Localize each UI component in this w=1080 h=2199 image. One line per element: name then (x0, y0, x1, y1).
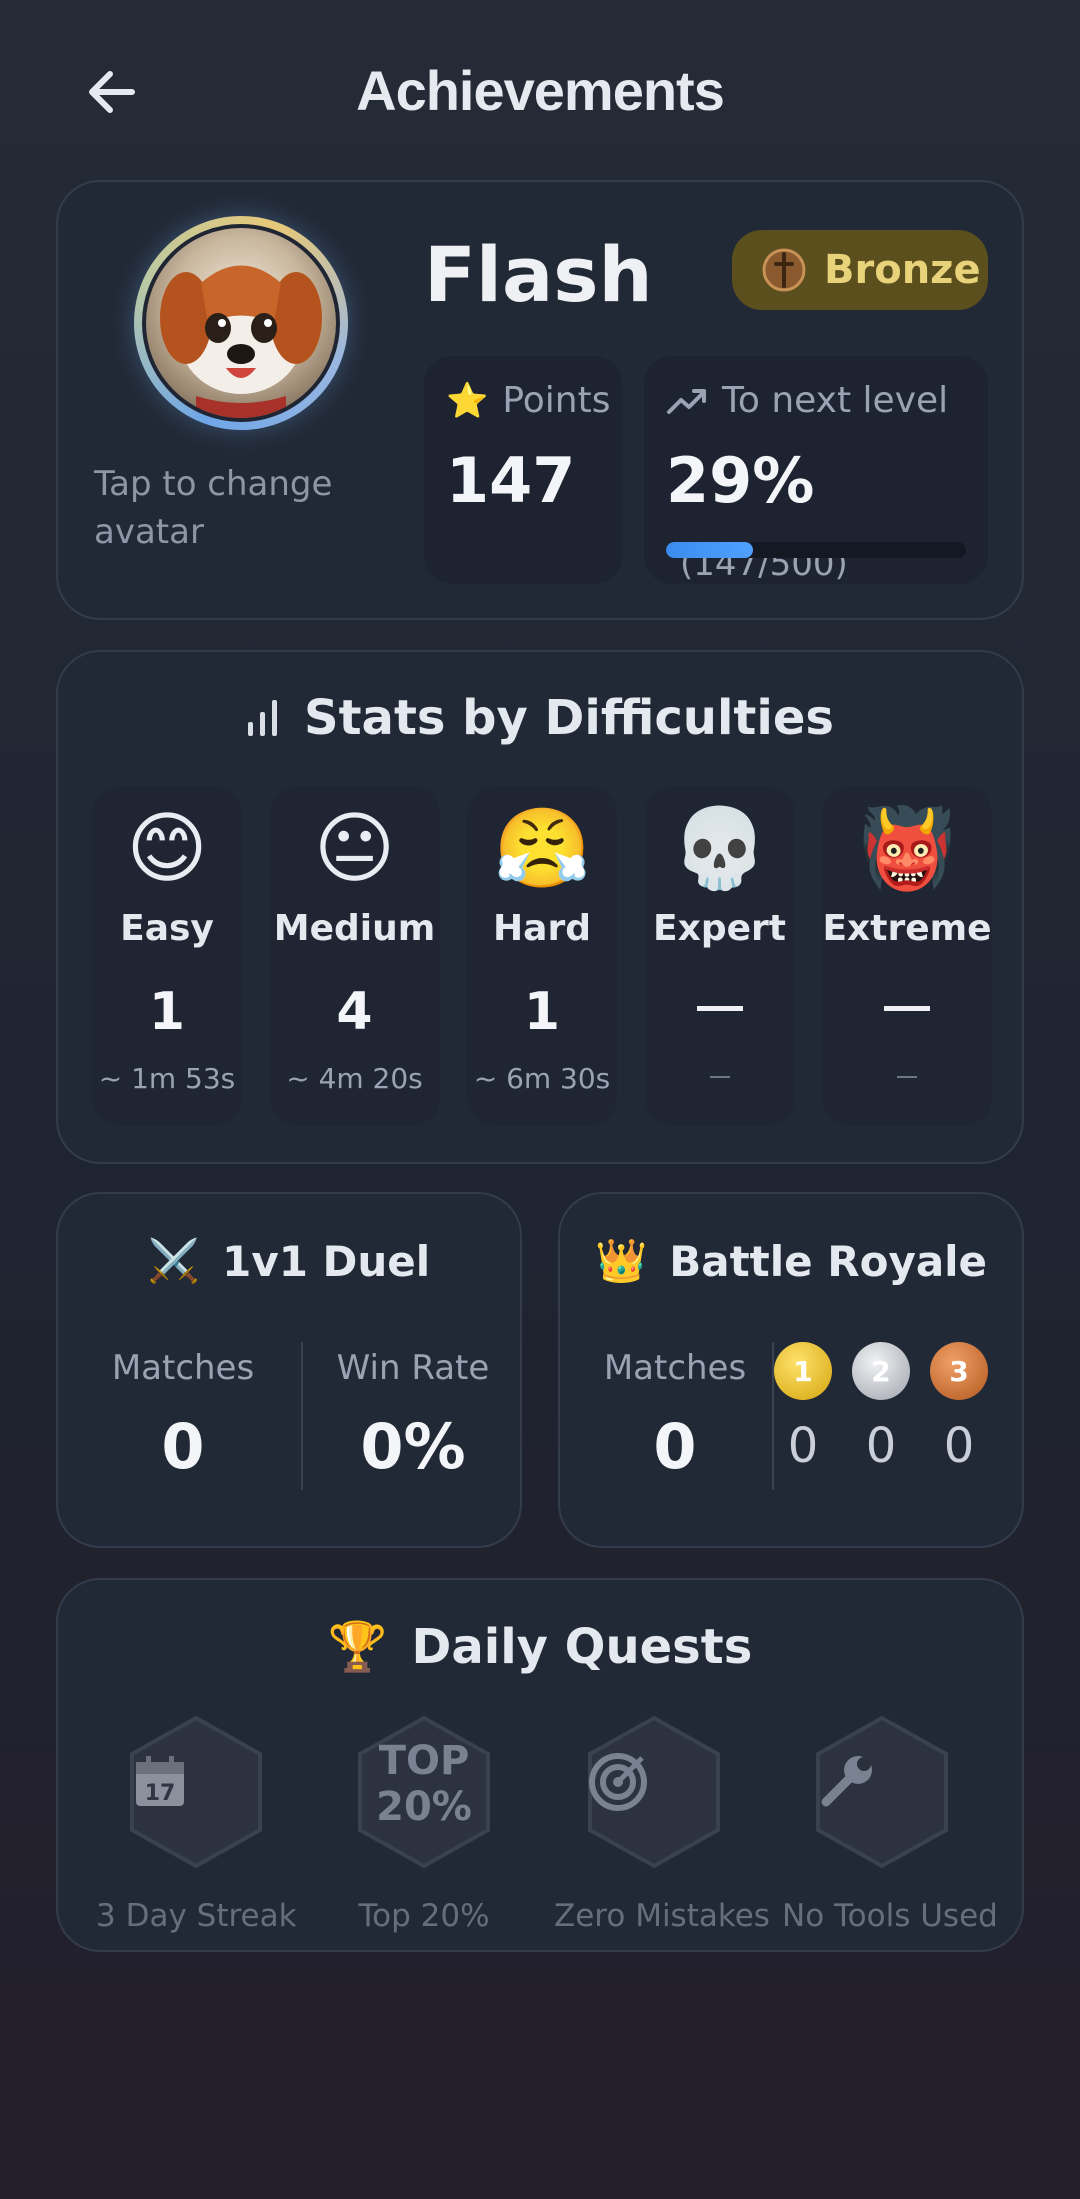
section-title: Stats by Difficulties (304, 690, 834, 746)
quest-top-20[interactable]: TOP 20% Top 20% (324, 1714, 524, 1934)
quest-3-day-streak[interactable]: 17 3 Day Streak (96, 1714, 297, 1934)
duel-winrate-label: Win Rate (336, 1348, 490, 1388)
difficulty-count: 1 (523, 982, 561, 1042)
next-level-box: To next level 29%(147/500) (644, 356, 988, 584)
difficulty-name: Expert (653, 908, 786, 949)
difficulty-emoji-icon: 😤 (493, 804, 591, 894)
next-level-label: To next level (722, 380, 949, 421)
star-icon: ⭐ (446, 380, 489, 421)
duel-title: 1v1 Duel (222, 1236, 431, 1286)
trending-up-icon (667, 388, 706, 414)
difficulty-stats-header: Stats by Difficulties (58, 690, 1022, 746)
avatar-hint[interactable]: Tap to change avatar (94, 460, 354, 556)
points-label: Points (502, 380, 611, 421)
next-level-value: 29%(147/500) (666, 444, 988, 590)
rank-badge: Bronze (732, 230, 988, 310)
difficulty-emoji-icon: 💀 (670, 804, 769, 894)
quest-glyph-bottom: 20% (376, 1784, 472, 1830)
difficulty-item-extreme: 👹 Extreme (822, 786, 992, 1126)
user-name: Flash (424, 230, 653, 319)
trophy-icon: 🏆 (327, 1619, 388, 1675)
duel-winrate-value: 0% (360, 1410, 466, 1483)
bronze-count: 0 (943, 1418, 975, 1474)
profile-card: Tap to change avatar Flash Bronze ⭐ Poin… (56, 180, 1024, 620)
points-value: 147 (446, 444, 576, 517)
royale-matches-value: 0 (653, 1410, 697, 1483)
difficulty-avg-empty (897, 1076, 917, 1078)
quest-label: Top 20% (358, 1898, 490, 1934)
bar-chart-icon (248, 700, 278, 736)
quest-label: 3 Day Streak (96, 1898, 297, 1934)
battle-royale-card: 👑 Battle Royale Matches 0 1 2 3 0 0 0 (558, 1192, 1024, 1548)
duel-header: ⚔️ 1v1 Duel (58, 1236, 520, 1286)
page-title: Achievements (356, 59, 725, 122)
bronze-medal-icon: 3 (930, 1342, 988, 1400)
difficulty-list: 😊 Easy 1 ~ 1m 53s 😐 Medium 4 ~ 4m 20s 😤 Hard 1 ~ 6m… (92, 786, 992, 1126)
battle-royale-title: Battle Royale (669, 1236, 988, 1286)
quest-badge (814, 1714, 950, 1870)
quest-badge: 17 (128, 1714, 264, 1870)
silver-count: 0 (865, 1418, 897, 1474)
difficulty-count-empty (884, 1006, 930, 1011)
silver-medal-icon: 2 (852, 1342, 910, 1400)
difficulty-count: 4 (336, 982, 373, 1042)
crown-icon: 👑 (594, 1236, 648, 1285)
level-progress-fill (666, 542, 753, 558)
difficulty-avg-time: ~ 4m 20s (286, 1062, 423, 1095)
daily-quests-header: 🏆 Daily Quests (58, 1618, 1022, 1676)
duel-matches-value: 0 (161, 1410, 205, 1483)
avatar[interactable] (134, 216, 348, 430)
difficulty-item-medium: 😐 Medium 4 ~ 4m 20s (269, 786, 440, 1126)
difficulty-emoji-icon: 😐 (313, 804, 396, 894)
difficulty-avg-time: ~ 6m 30s (473, 1062, 611, 1095)
difficulty-item-easy: 😊 Easy 1 ~ 1m 53s (92, 786, 242, 1126)
difficulty-emoji-icon: 😊 (126, 804, 208, 894)
difficulty-avg-empty (709, 1076, 730, 1078)
royale-matches-label: Matches (603, 1348, 747, 1388)
difficulty-count: 1 (148, 982, 186, 1042)
next-level-percent: 29% (666, 444, 815, 517)
gold-count: 0 (787, 1418, 819, 1474)
duel-matches-label: Matches (111, 1348, 255, 1388)
difficulty-item-hard: 😤 Hard 1 ~ 6m 30s (467, 786, 617, 1126)
difficulty-count-empty (696, 1006, 743, 1011)
quest-label: No Tools Used (782, 1898, 998, 1934)
duel-card: ⚔️ 1v1 Duel Matches 0 Win Rate 0% (56, 1192, 522, 1548)
svg-text:17: 17 (145, 1781, 176, 1806)
difficulty-name: Extreme (822, 908, 992, 949)
difficulty-name: Medium (273, 908, 436, 949)
difficulty-item-expert: 💀 Expert (644, 786, 795, 1126)
quest-badge: TOP 20% (356, 1714, 492, 1870)
level-progress-bar (666, 542, 966, 558)
quest-zero-mistakes[interactable]: Zero Mistakes (554, 1714, 770, 1934)
rank-label: Bronze (824, 247, 981, 293)
daily-quests-card: 🏆 Daily Quests 17 3 Day Streak TOP 20% Top 2… (56, 1578, 1024, 1952)
crossed-swords-icon: ⚔️ (147, 1236, 201, 1285)
quest-glyph-top: TOP (378, 1738, 470, 1784)
quest-label: Zero Mistakes (554, 1898, 770, 1934)
quest-no-tools-used[interactable]: No Tools Used (782, 1714, 998, 1934)
difficulty-name: Easy (120, 908, 214, 949)
battle-royale-header: 👑 Battle Royale (560, 1236, 1022, 1286)
quest-badge (586, 1714, 722, 1870)
difficulty-name: Hard (493, 908, 591, 949)
difficulty-avg-time: ~ 1m 53s (98, 1062, 236, 1095)
bronze-shield-icon (762, 248, 806, 292)
section-title: Daily Quests (411, 1618, 753, 1675)
difficulty-emoji-icon: 👹 (858, 804, 956, 894)
top-percent-icon: TOP 20% (356, 1738, 492, 1830)
points-box: ⭐ Points 147 (424, 356, 622, 584)
divider (301, 1342, 303, 1490)
difficulty-stats-card: Stats by Difficulties 😊 Easy 1 ~ 1m 53s 😐 Med… (56, 650, 1024, 1164)
dog-avatar-image (142, 224, 340, 422)
gold-medal-icon: 1 (774, 1342, 832, 1400)
